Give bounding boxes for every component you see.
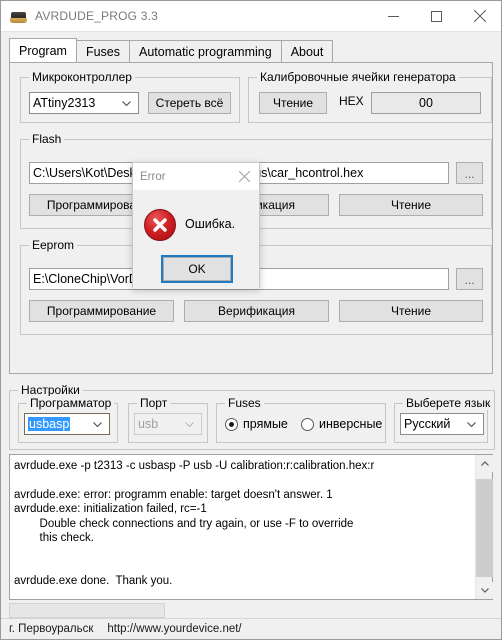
status-bar: г. Первоуральск http://www.yourdevice.ne… [1,617,501,639]
language-label: Выберете язык [403,396,494,410]
tab-label: Fuses [85,44,120,59]
erase-all-label: Стереть всё [155,96,224,110]
eeprom-read-label: Чтение [390,304,432,318]
fuses-inverse-radio[interactable]: инверсные [301,417,382,431]
erase-all-button[interactable]: Стереть всё [148,92,231,114]
port-label: Порт [137,396,171,410]
eeprom-read-button[interactable]: Чтение [339,300,483,322]
flash-group-label: Flash [29,132,65,146]
microcontroller-value: ATtiny2313 [33,96,96,110]
tab-bar: Program Fuses Automatic programming Abou… [9,38,493,62]
programmer-label: Программатор [27,396,115,410]
fuses-direct-label: прямые [243,417,288,431]
calibration-group-label: Калибровочные ячейки генератора [257,70,459,84]
flash-read-label: Чтение [390,198,432,212]
dialog-body: Ошибка. OK [133,190,259,289]
app-window: AVRDUDE_PROG 3.3 Program Fuses Automatic… [0,0,502,640]
window-controls [372,1,501,32]
chevron-down-icon [467,422,476,427]
eeprom-group-label: Eeprom [29,238,78,252]
flash-path-left: C:\Users\Kot\Deskto [33,166,147,180]
progress-bar-fill [9,603,165,619]
log-vertical-scrollbar[interactable] [475,455,493,600]
maximize-icon[interactable] [415,1,458,32]
port-select[interactable]: usb [134,413,202,435]
calibration-read-button[interactable]: Чтение [259,92,327,114]
minimize-icon[interactable] [372,1,415,32]
flash-path-right: us\car_hcontrol.hex [254,166,364,180]
chevron-down-icon [185,422,194,427]
eeprom-browse-label: ... [464,273,475,287]
tab-about[interactable]: About [280,40,334,62]
eeprom-program-label: Программирование [46,304,157,318]
chip-icon [10,8,27,25]
fuses-group: Fuses прямые инверсные [216,396,386,443]
radio-on-icon [225,417,238,431]
error-dialog: Error Ошибка. OK [132,162,260,289]
dialog-title: Error [140,170,166,183]
tab-label: About [290,44,324,59]
tab-automatic-programming[interactable]: Automatic programming [128,40,282,62]
title-bar: AVRDUDE_PROG 3.3 [1,1,501,32]
tab-fuses[interactable]: Fuses [75,40,130,62]
close-icon[interactable] [458,1,501,32]
error-circle-icon [144,209,176,241]
scrollbar-thumb[interactable] [476,479,493,578]
settings-area: Настройки Программатор usbasp Порт usb F… [9,383,495,450]
calibration-hex-text: 00 [419,96,433,110]
eeprom-verify-button[interactable]: Верификация [184,300,329,322]
log-text: avrdude.exe -p t2313 -c usbasp -P usb -U… [14,460,375,588]
chevron-down-icon [122,101,131,106]
microcontroller-group: Микроконтроллер ATtiny2313 Стереть всё [20,70,240,123]
programmer-group: Программатор usbasp [18,396,118,443]
close-icon[interactable] [229,163,259,190]
tab-program[interactable]: Program [9,38,77,62]
eeprom-browse-button[interactable]: ... [456,268,483,290]
log-output-area[interactable]: avrdude.exe -p t2313 -c usbasp -P usb -U… [9,454,493,601]
calibration-read-label: Чтение [272,96,314,110]
calibration-group: Калибровочные ячейки генератора Чтение H… [248,70,492,123]
fuses-inverse-label: инверсные [319,417,383,431]
flash-browse-button[interactable]: ... [456,162,483,184]
microcontroller-select[interactable]: ATtiny2313 [29,92,139,114]
scroll-up-icon[interactable] [476,455,493,473]
microcontroller-group-label: Микроконтроллер [29,70,135,84]
tab-label: Automatic programming [138,44,272,59]
programmer-select[interactable]: usbasp [24,413,110,435]
eeprom-path-text: E:\CloneChip\VorDo [33,272,145,286]
programmer-value: usbasp [28,417,71,431]
dialog-title-bar: Error [133,163,259,190]
status-url: http://www.yourdevice.net/ [107,622,242,635]
progress-bar[interactable] [9,603,493,619]
fuses-label: Fuses [225,396,264,410]
scroll-down-icon[interactable] [476,582,493,600]
dialog-ok-button[interactable]: OK [161,255,233,283]
eeprom-program-button[interactable]: Программирование [29,300,174,322]
chevron-down-icon [93,422,102,427]
dialog-ok-label: OK [188,262,206,276]
language-value: Русский [404,417,451,431]
window-title: AVRDUDE_PROG 3.3 [35,9,159,23]
tab-label: Program [19,43,67,58]
settings-group: Настройки Программатор usbasp Порт usb F… [9,383,495,450]
flash-read-button[interactable]: Чтение [339,194,483,216]
port-group: Порт usb [128,396,208,443]
language-select[interactable]: Русский [400,413,484,435]
settings-group-label: Настройки [18,383,83,397]
flash-browse-label: ... [464,167,475,181]
port-value: usb [138,417,159,431]
status-city: г. Первоуральск [9,622,94,635]
radio-off-icon [301,417,314,431]
calibration-hex-value: 00 [371,92,481,114]
language-group: Выберете язык Русский [394,396,494,443]
hex-label: HEX [339,94,364,108]
fuses-direct-radio[interactable]: прямые [225,417,288,431]
dialog-message: Ошибка. [185,217,236,231]
eeprom-verify-label: Верификация [218,304,295,318]
